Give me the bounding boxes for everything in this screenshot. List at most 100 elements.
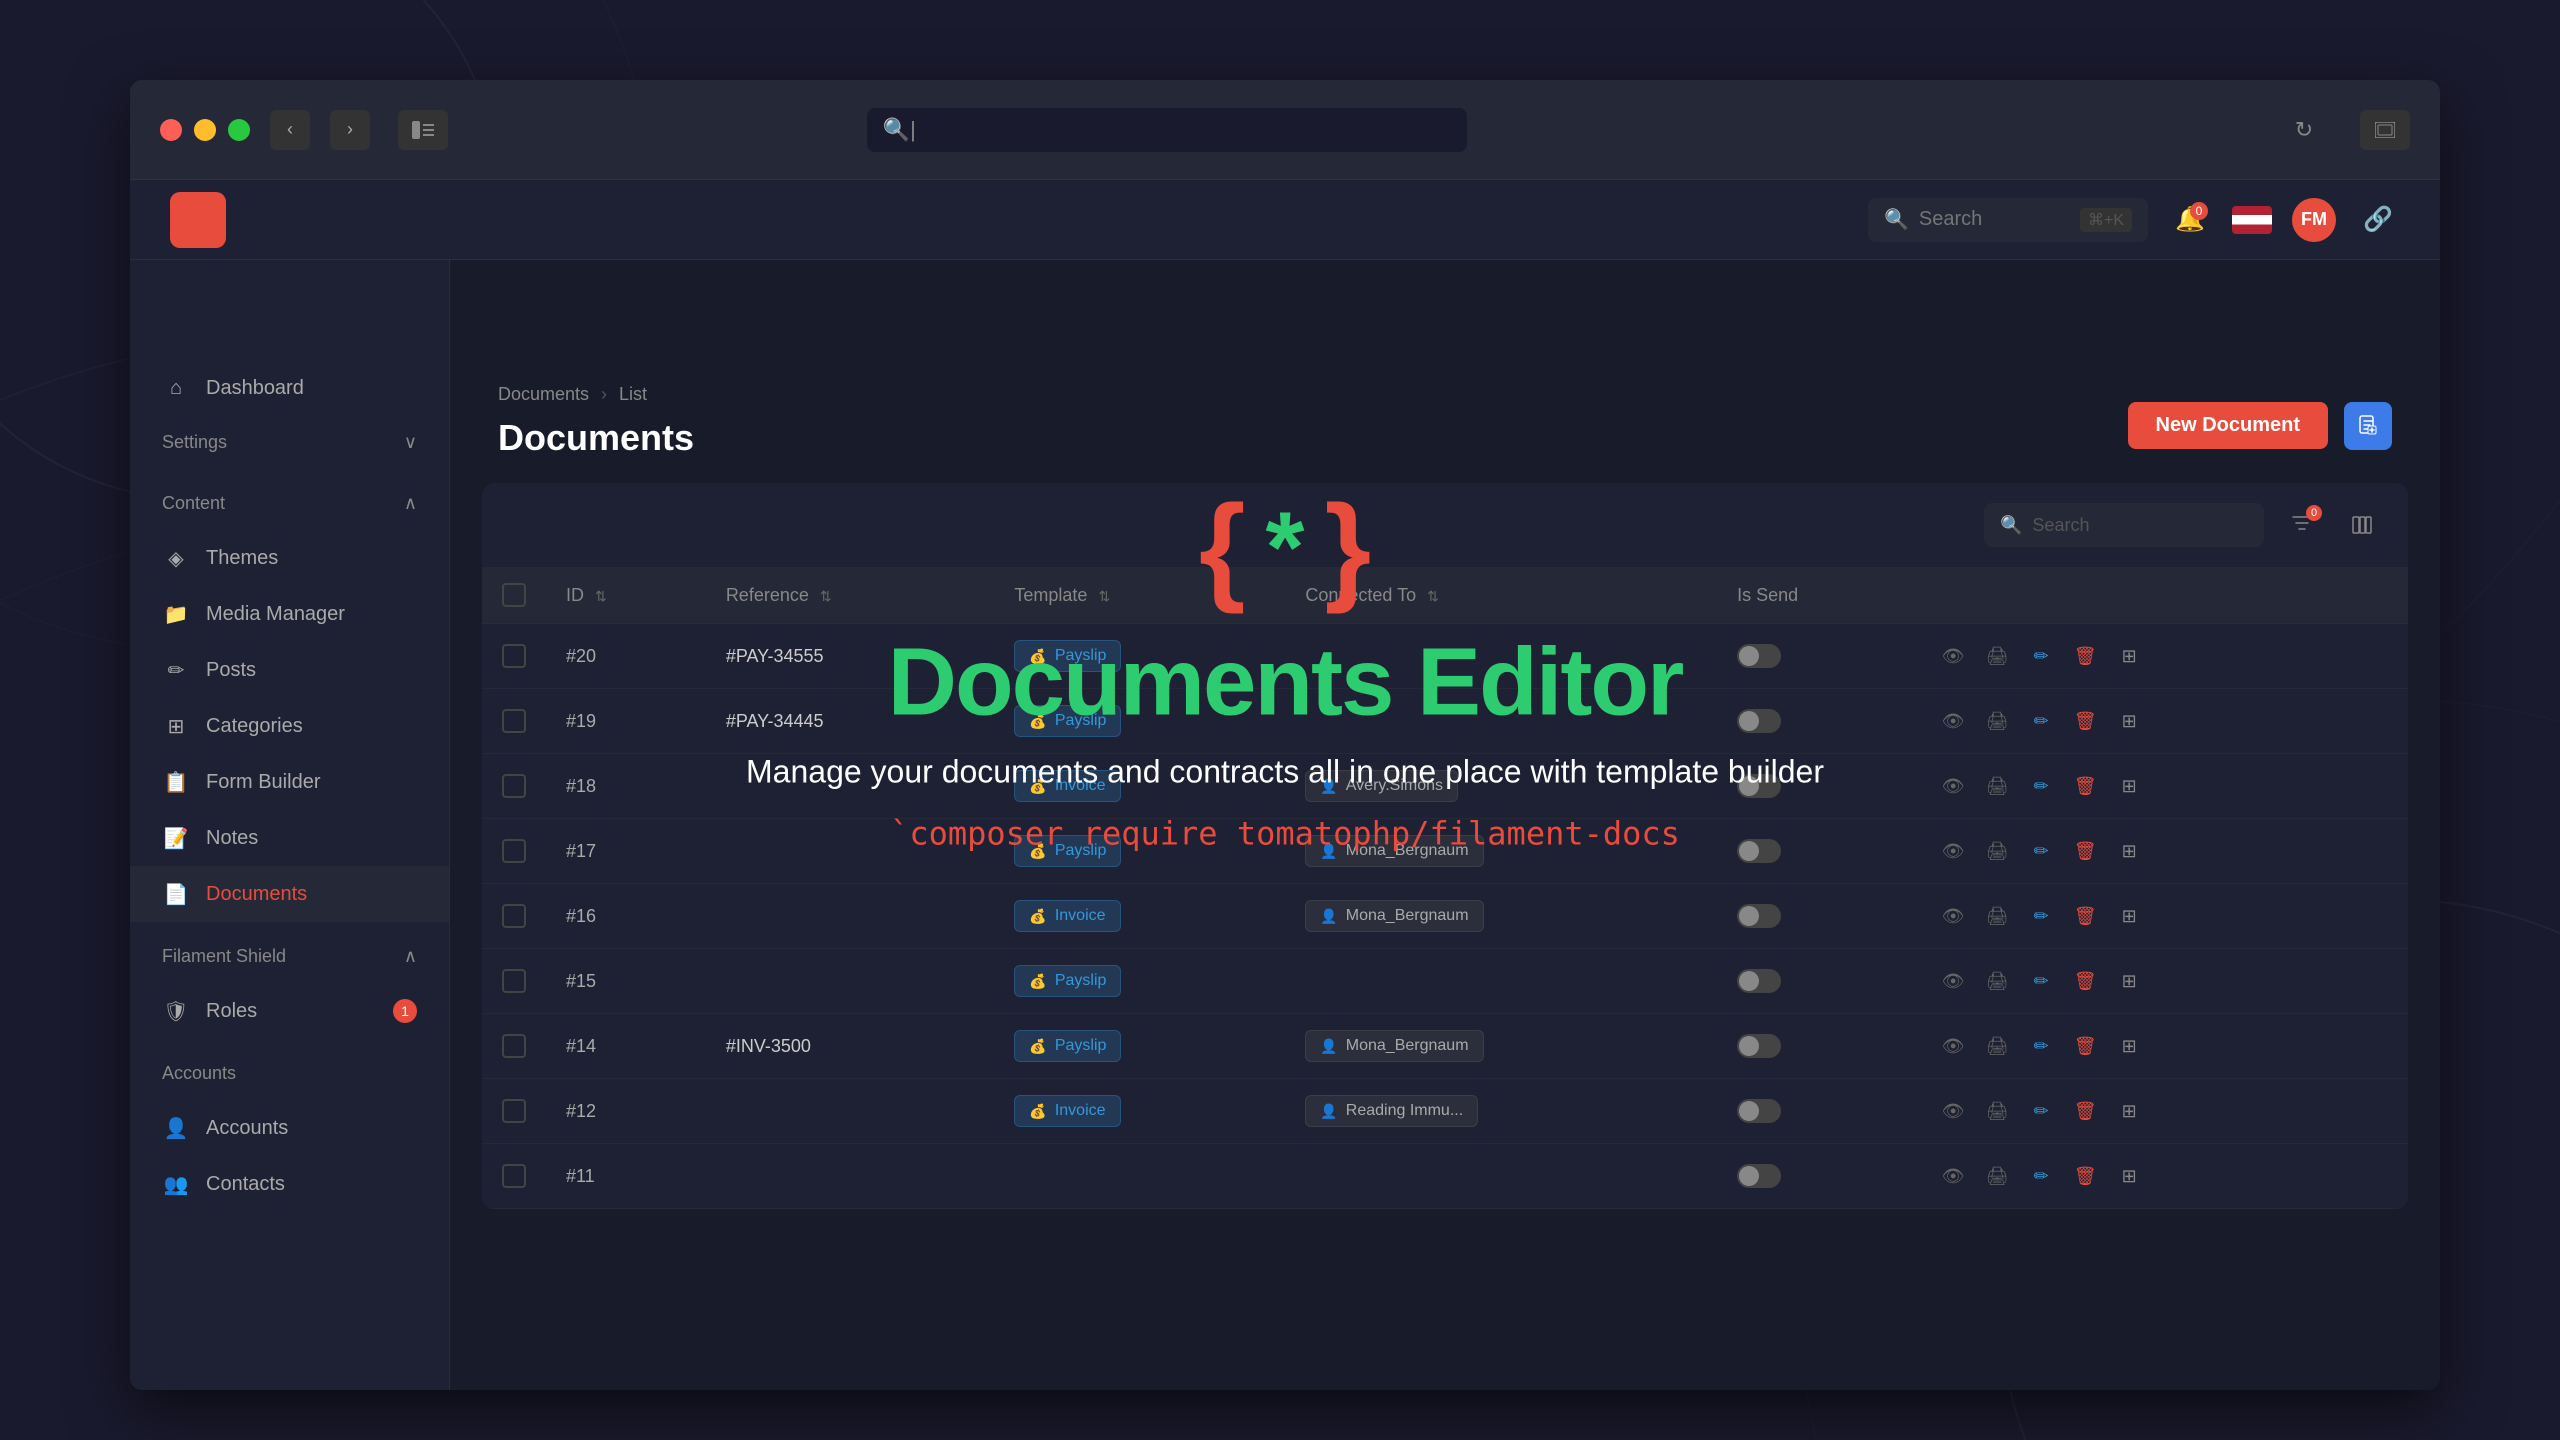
print-button[interactable]: 🖨 xyxy=(1981,640,2013,672)
sidebar-item-contacts[interactable]: 👥 Contacts xyxy=(130,1156,449,1212)
sidebar-item-posts[interactable]: ✏ Posts xyxy=(130,642,449,698)
delete-button[interactable]: 🗑 xyxy=(2069,1030,2101,1062)
refresh-button[interactable]: ↻ xyxy=(2284,110,2324,150)
toggle-switch[interactable] xyxy=(1737,969,1781,993)
sidebar-toggle-button[interactable] xyxy=(398,110,448,150)
edit-button[interactable]: ✏ xyxy=(2025,705,2057,737)
row-is-send[interactable] xyxy=(1717,949,1917,1014)
content-section-header[interactable]: Content ∧ xyxy=(130,477,449,530)
row-checkbox[interactable] xyxy=(502,1164,526,1188)
copy-button[interactable]: ⊞ xyxy=(2113,900,2145,932)
delete-button[interactable]: 🗑 xyxy=(2069,770,2101,802)
print-button[interactable]: 🖨 xyxy=(1981,1030,2013,1062)
row-is-send[interactable] xyxy=(1717,1144,1917,1209)
view-button[interactable]: 👁 xyxy=(1937,1095,1969,1127)
sidebar-item-categories[interactable]: ⊞ Categories xyxy=(130,698,449,754)
print-button[interactable]: 🖨 xyxy=(1981,900,2013,932)
new-document-button[interactable]: New Document xyxy=(2128,402,2328,449)
language-flag[interactable] xyxy=(2232,206,2272,234)
toggle-switch[interactable] xyxy=(1737,839,1781,863)
toggle-switch[interactable] xyxy=(1737,1034,1781,1058)
copy-button[interactable]: ⊞ xyxy=(2113,1160,2145,1192)
back-button[interactable]: ‹ xyxy=(270,110,310,150)
link-button[interactable]: 🔗 xyxy=(2356,198,2400,242)
sidebar-item-documents[interactable]: 📄 Documents xyxy=(130,866,449,922)
address-bar[interactable]: 🔍 | xyxy=(867,108,1467,152)
sidebar-item-dashboard[interactable]: ⌂ Dashboard xyxy=(130,360,449,416)
edit-button[interactable]: ✏ xyxy=(2025,640,2057,672)
edit-button[interactable]: ✏ xyxy=(2025,900,2057,932)
copy-button[interactable]: ⊞ xyxy=(2113,705,2145,737)
connected-to-column-header[interactable]: Connected To ⇅ xyxy=(1285,567,1717,624)
copy-button[interactable]: ⊞ xyxy=(2113,640,2145,672)
window-control-button[interactable] xyxy=(2360,110,2410,150)
copy-button[interactable]: ⊞ xyxy=(2113,1030,2145,1062)
view-button[interactable]: 👁 xyxy=(1937,1030,1969,1062)
settings-section-header[interactable]: Settings ∨ xyxy=(130,416,449,469)
toggle-switch[interactable] xyxy=(1737,774,1781,798)
row-checkbox[interactable] xyxy=(502,969,526,993)
close-window-button[interactable] xyxy=(160,119,182,141)
copy-button[interactable]: ⊞ xyxy=(2113,965,2145,997)
row-is-send[interactable] xyxy=(1717,754,1917,819)
delete-button[interactable]: 🗑 xyxy=(2069,640,2101,672)
row-is-send[interactable] xyxy=(1717,884,1917,949)
sidebar-item-themes[interactable]: ◈ Themes xyxy=(130,530,449,586)
view-button[interactable]: 👁 xyxy=(1937,770,1969,802)
copy-button[interactable]: ⊞ xyxy=(2113,770,2145,802)
header-search-bar[interactable]: 🔍 ⌘+K xyxy=(1868,198,2148,242)
print-button[interactable]: 🖨 xyxy=(1981,705,2013,737)
view-button[interactable]: 👁 xyxy=(1937,835,1969,867)
sidebar-item-media-manager[interactable]: 📁 Media Manager xyxy=(130,586,449,642)
row-is-send[interactable] xyxy=(1717,624,1917,689)
toggle-switch[interactable] xyxy=(1737,709,1781,733)
row-checkbox[interactable] xyxy=(502,644,526,668)
view-button[interactable]: 👁 xyxy=(1937,705,1969,737)
maximize-window-button[interactable] xyxy=(228,119,250,141)
view-button[interactable]: 👁 xyxy=(1937,900,1969,932)
row-checkbox[interactable] xyxy=(502,774,526,798)
view-button[interactable]: 👁 xyxy=(1937,640,1969,672)
sidebar-item-form-builder[interactable]: 📋 Form Builder xyxy=(130,754,449,810)
reference-column-header[interactable]: Reference ⇅ xyxy=(706,567,995,624)
edit-button[interactable]: ✏ xyxy=(2025,965,2057,997)
edit-button[interactable]: ✏ xyxy=(2025,770,2057,802)
row-is-send[interactable] xyxy=(1717,819,1917,884)
sidebar-item-notes[interactable]: 📝 Notes xyxy=(130,810,449,866)
print-button[interactable]: 🖨 xyxy=(1981,1095,2013,1127)
copy-button[interactable]: ⊞ xyxy=(2113,835,2145,867)
print-button[interactable]: 🖨 xyxy=(1981,965,2013,997)
forward-button[interactable]: › xyxy=(330,110,370,150)
row-checkbox[interactable] xyxy=(502,1034,526,1058)
row-checkbox[interactable] xyxy=(502,839,526,863)
sidebar-item-roles[interactable]: 🛡 Roles 1 xyxy=(130,983,449,1039)
minimize-window-button[interactable] xyxy=(194,119,216,141)
delete-button[interactable]: 🗑 xyxy=(2069,900,2101,932)
row-checkbox[interactable] xyxy=(502,709,526,733)
sidebar-item-accounts[interactable]: 👤 Accounts xyxy=(130,1100,449,1156)
breadcrumb-documents[interactable]: Documents xyxy=(498,384,589,405)
table-search-bar[interactable]: 🔍 Search xyxy=(1984,503,2264,547)
toggle-switch[interactable] xyxy=(1737,1099,1781,1123)
edit-button[interactable]: ✏ xyxy=(2025,1095,2057,1127)
toggle-switch[interactable] xyxy=(1737,904,1781,928)
delete-button[interactable]: 🗑 xyxy=(2069,1160,2101,1192)
edit-button[interactable]: ✏ xyxy=(2025,1030,2057,1062)
user-avatar[interactable]: FM xyxy=(2292,198,2336,242)
accounts-section-header[interactable]: Accounts xyxy=(130,1047,449,1100)
row-is-send[interactable] xyxy=(1717,689,1917,754)
select-all-checkbox[interactable] xyxy=(502,583,526,607)
row-checkbox[interactable] xyxy=(502,1099,526,1123)
delete-button[interactable]: 🗑 xyxy=(2069,965,2101,997)
delete-button[interactable]: 🗑 xyxy=(2069,705,2101,737)
edit-button[interactable]: ✏ xyxy=(2025,1160,2057,1192)
print-button[interactable]: 🖨 xyxy=(1981,770,2013,802)
row-is-send[interactable] xyxy=(1717,1014,1917,1079)
search-input[interactable] xyxy=(1919,208,2069,231)
copy-button[interactable]: ⊞ xyxy=(2113,1095,2145,1127)
edit-button[interactable]: ✏ xyxy=(2025,835,2057,867)
id-column-header[interactable]: ID ⇅ xyxy=(546,567,706,624)
print-button[interactable]: 🖨 xyxy=(1981,835,2013,867)
delete-button[interactable]: 🗑 xyxy=(2069,1095,2101,1127)
print-button[interactable]: 🖨 xyxy=(1981,1160,2013,1192)
